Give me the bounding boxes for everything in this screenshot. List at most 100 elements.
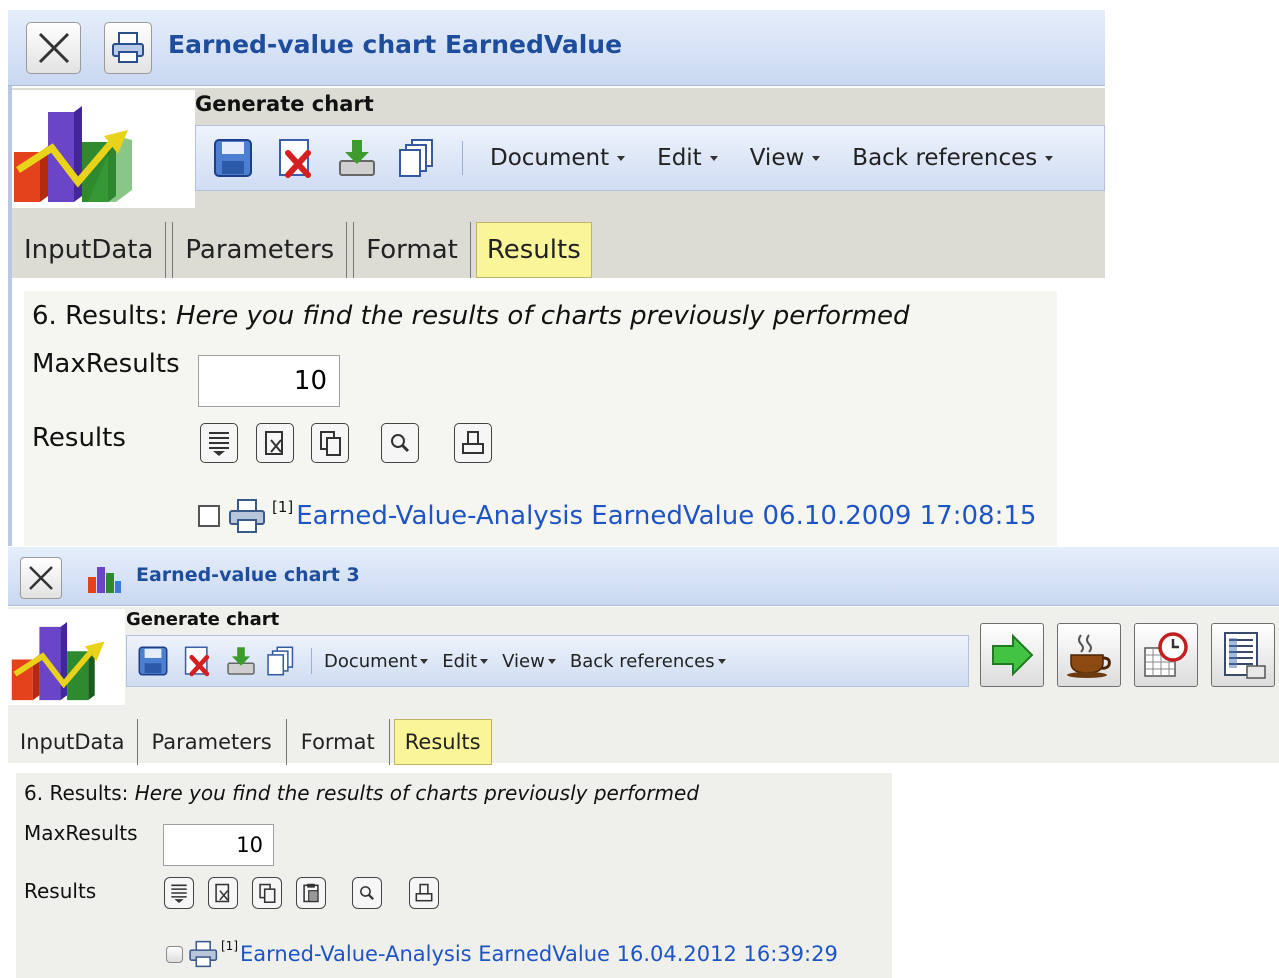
close-button[interactable] [20, 557, 62, 599]
tab-bar: InputData Parameters Format Results [12, 222, 592, 278]
report-table-icon [1224, 632, 1266, 679]
printer-icon [112, 32, 144, 63]
delete-button[interactable] [181, 645, 213, 677]
toolbar-separator [311, 648, 312, 674]
import-button[interactable] [336, 137, 378, 179]
menu-back-references[interactable]: Back references [852, 145, 1054, 171]
chart-document-icon [82, 561, 126, 597]
menu-edit[interactable]: Edit [657, 145, 718, 171]
result-link[interactable]: Earned-Value-Analysis EarnedValue 06.10.… [296, 501, 1036, 531]
results-delete-button[interactable] [208, 877, 238, 909]
tab-format[interactable]: Format [353, 222, 471, 278]
list-icon [171, 884, 187, 903]
printer-icon[interactable] [226, 498, 270, 534]
results-print-button[interactable] [409, 877, 439, 909]
results-panel: 6. Results: Here you find the results of… [24, 291, 1057, 546]
copy-button[interactable] [396, 137, 438, 179]
copy-button[interactable] [265, 645, 297, 677]
menu-document[interactable]: Document [490, 145, 626, 171]
app-logo [8, 609, 125, 705]
save-button[interactable] [212, 137, 254, 179]
result-checkbox[interactable] [198, 505, 220, 527]
result-checkbox[interactable] [166, 945, 183, 963]
results-copy-button[interactable] [252, 877, 282, 909]
window-title: Earned-value chart 3 [136, 564, 360, 586]
tab-parameters[interactable]: Parameters [138, 719, 287, 765]
delete-button[interactable] [274, 137, 316, 179]
result-index: [1] [221, 939, 238, 953]
run-arrow-icon [992, 633, 1034, 677]
header-label: Generate chart [195, 92, 374, 116]
run-button[interactable] [980, 623, 1044, 687]
results-heading: 6. Results: Here you find the results of… [24, 781, 700, 805]
max-results-input[interactable] [163, 824, 274, 866]
tab-bar: InputData Parameters Format Results [8, 719, 492, 765]
chevron-down-icon [480, 658, 489, 664]
tab-results[interactable]: Results [393, 719, 492, 765]
results-print-button[interactable] [454, 423, 492, 463]
copy-icon [267, 646, 294, 676]
menu-document[interactable]: Document [324, 651, 429, 672]
menu-view[interactable]: View [502, 651, 556, 672]
results-copy-button[interactable] [311, 423, 349, 463]
result-index: [1] [272, 498, 294, 516]
window-top: Earned-value chart EarnedValue Generate … [8, 10, 1105, 546]
copy-icon [399, 139, 433, 177]
import-button[interactable] [225, 645, 257, 677]
schedule-button[interactable] [1134, 623, 1198, 687]
menu-edit[interactable]: Edit [442, 651, 489, 672]
window-bottom: Earned-value chart 3 Generate chart Docu… [8, 547, 1279, 978]
max-results-label: MaxResults [24, 821, 138, 845]
close-icon [29, 566, 53, 590]
copy-result-icon [259, 883, 276, 903]
results-search-button[interactable] [352, 877, 382, 909]
download-tray-icon [227, 647, 255, 675]
results-show-all-button[interactable] [164, 877, 194, 909]
max-results-input[interactable] [198, 355, 340, 407]
print-result-icon [462, 431, 484, 454]
results-paste-button[interactable] [296, 877, 326, 909]
results-search-button[interactable] [381, 423, 419, 463]
background-job-button[interactable] [1057, 623, 1121, 687]
results-label: Results [32, 423, 126, 453]
results-show-all-button[interactable] [200, 423, 238, 463]
menu-back-references[interactable]: Back references [570, 651, 726, 672]
schedule-clock-icon [1144, 632, 1188, 677]
result-link[interactable]: Earned-Value-Analysis EarnedValue 16.04.… [240, 942, 838, 966]
chevron-down-icon [617, 155, 626, 161]
chevron-down-icon [709, 155, 718, 161]
chart-logo-icon [11, 622, 105, 701]
window-title: Earned-value chart EarnedValue [168, 30, 623, 59]
tab-inputdata[interactable]: InputData [12, 222, 167, 278]
chevron-down-icon [717, 658, 726, 664]
menu-view[interactable]: View [750, 145, 821, 171]
printer-icon[interactable] [187, 940, 221, 968]
title-bar: Earned-value chart EarnedValue [8, 10, 1105, 86]
tab-results[interactable]: Results [475, 222, 592, 278]
app-logo [12, 90, 195, 208]
results-delete-button[interactable] [256, 423, 294, 463]
title-bar: Earned-value chart 3 [8, 547, 1279, 606]
copy-result-icon [320, 431, 341, 456]
search-icon [391, 434, 410, 453]
search-icon [360, 886, 374, 900]
close-button[interactable] [26, 22, 81, 74]
save-button[interactable] [137, 645, 169, 677]
chart-logo-icon [14, 106, 132, 202]
tab-parameters[interactable]: Parameters [172, 222, 348, 278]
toolbar-separator [462, 141, 463, 175]
delete-result-icon [265, 431, 283, 455]
header-label: Generate chart [126, 609, 280, 630]
close-icon [38, 32, 69, 64]
result-list-item: [1] Earned-Value-Analysis EarnedValue 06… [198, 498, 1036, 534]
coffee-cup-icon [1067, 634, 1111, 678]
tab-format[interactable]: Format [287, 719, 390, 765]
results-panel: 6. Results: Here you find the results of… [16, 773, 892, 978]
report-button[interactable] [1211, 623, 1275, 687]
download-tray-icon [339, 140, 375, 176]
print-button[interactable] [104, 22, 152, 74]
print-result-icon [415, 883, 433, 902]
tab-inputdata[interactable]: InputData [8, 719, 138, 765]
save-icon [138, 646, 168, 676]
paste-result-icon [303, 883, 319, 903]
